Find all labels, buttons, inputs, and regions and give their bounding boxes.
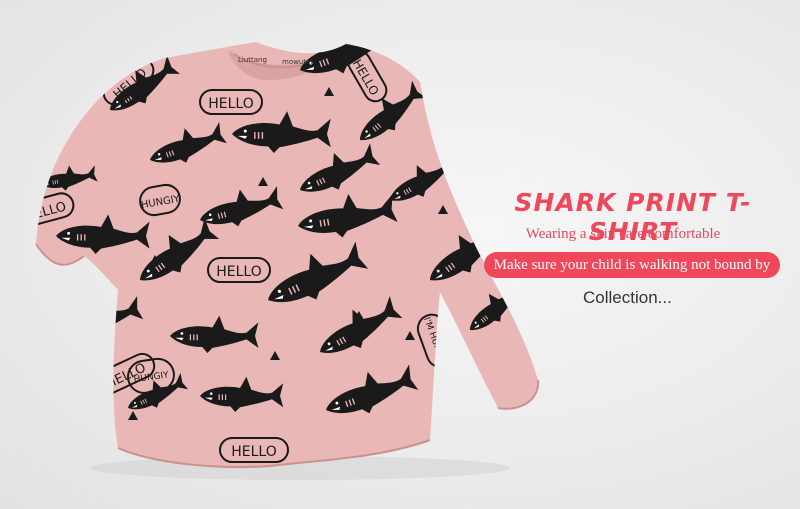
hello-text: HELLO [216, 264, 262, 280]
product-subtitle: Wearing a skin care comfortable [525, 226, 721, 242]
neck-label-right: mowuter [282, 58, 313, 66]
promo-banner: Make sure your child is walking not boun… [484, 252, 780, 278]
hello-text: HELLO [208, 96, 254, 112]
hello-text: HELLO [231, 444, 277, 460]
neck-label-left: Liuttang [238, 56, 267, 64]
collection-text: Collection... [583, 288, 672, 307]
